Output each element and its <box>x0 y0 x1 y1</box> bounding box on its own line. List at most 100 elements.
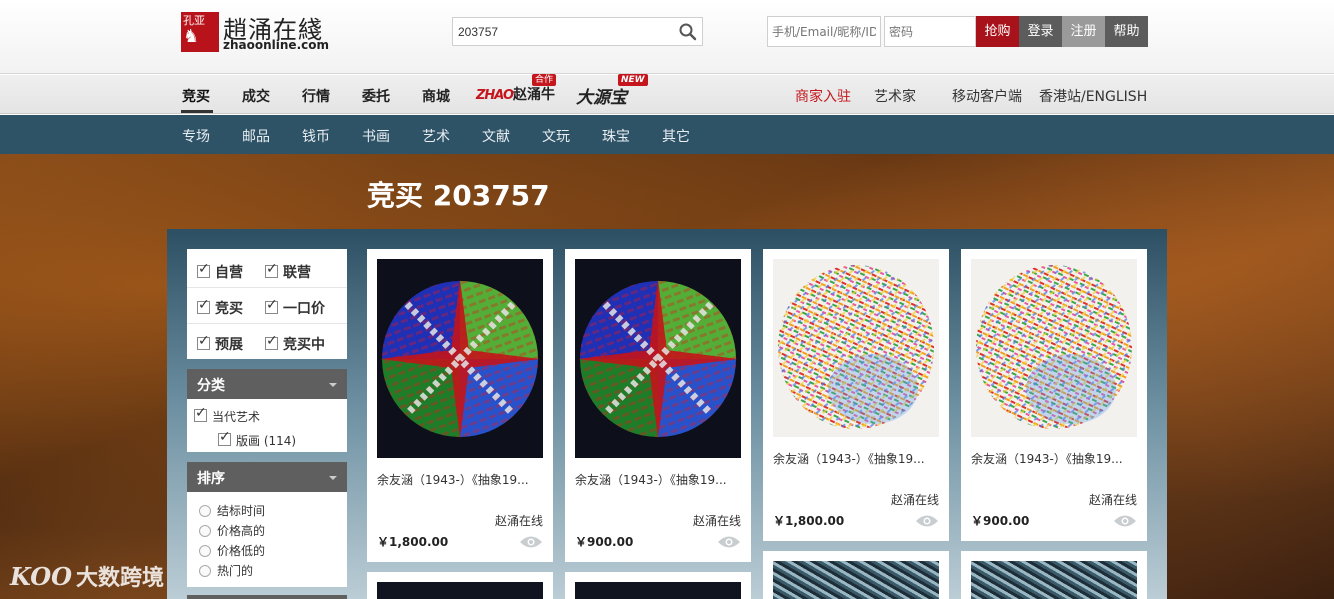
product-title[interactable]: 余友涵（1943-）《抽象19... <box>377 471 543 488</box>
category-label: 版画 (114) <box>236 434 297 448</box>
filter-row: 预展 竞买中 <box>187 324 347 360</box>
product-card[interactable]: 余友涵（1943-）《抽象19... 赵涌在线 ￥900.00 <box>961 249 1147 541</box>
login-button[interactable]: 登录 <box>1019 16 1062 47</box>
sort-label: 价格低的 <box>217 544 266 558</box>
sort-label: 热门的 <box>217 564 254 578</box>
subnav-calligraphy[interactable]: 书画 <box>362 126 390 146</box>
radio-icon <box>199 525 211 537</box>
page-title: 竞买 203757 <box>367 179 550 212</box>
main-nav: 竞买 成交 行情 委托 商城 ZHAO赵涌牛 大源宝 商家入驻 艺术家 移动客户… <box>0 75 1334 114</box>
product-card[interactable] <box>565 572 751 599</box>
nav-item-mall[interactable]: 商城 <box>422 86 450 106</box>
help-button[interactable]: 帮助 <box>1105 16 1148 47</box>
product-image[interactable] <box>575 582 741 599</box>
product-title[interactable]: 余友涵（1943-）《抽象19... <box>575 471 741 488</box>
product-seller: 赵涌在线 <box>890 493 939 507</box>
nav-artist[interactable]: 艺术家 <box>874 86 916 106</box>
subnav-stamps[interactable]: 邮品 <box>242 126 270 146</box>
chevron-down-icon <box>329 476 337 480</box>
product-card[interactable] <box>367 572 553 599</box>
filter-label: 联营 <box>283 265 311 281</box>
product-image[interactable] <box>377 582 543 599</box>
product-image[interactable] <box>377 259 543 458</box>
product-image[interactable] <box>773 561 939 599</box>
eye-icon[interactable] <box>915 514 939 528</box>
watermark-text: 大数跨境 <box>76 566 165 591</box>
product-title[interactable]: 余友涵（1943-）《抽象19... <box>971 450 1137 467</box>
subnav-other[interactable]: 其它 <box>662 126 690 146</box>
filter-label: 自营 <box>215 265 243 281</box>
search-input[interactable] <box>453 18 673 45</box>
product-card[interactable] <box>763 551 949 599</box>
product-card[interactable]: 余友涵（1943-）《抽象19... 赵涌在线 ￥900.00 <box>565 249 751 562</box>
subnav-special[interactable]: 专场 <box>182 126 210 146</box>
sort-label: 价格高的 <box>217 524 266 538</box>
username-field[interactable] <box>767 16 881 47</box>
category-prints[interactable]: 版画 (114) <box>218 429 297 449</box>
sort-popular[interactable]: 热门的 <box>199 562 253 579</box>
eye-icon[interactable] <box>519 535 543 549</box>
logo-domain: zhaoonline.com <box>223 38 329 52</box>
product-seller: 赵涌在线 <box>1088 493 1137 507</box>
checkbox-icon <box>197 333 210 350</box>
subnav-art[interactable]: 艺术 <box>422 126 450 146</box>
category-panel-header[interactable]: 分类 <box>187 369 347 399</box>
product-card[interactable] <box>961 551 1147 599</box>
subnav-documents[interactable]: 文献 <box>482 126 510 146</box>
radio-icon <box>199 565 211 577</box>
checkbox-icon <box>218 429 231 446</box>
category-panel-title: 分类 <box>197 378 225 394</box>
cooperation-badge: 合作 <box>532 74 557 86</box>
category-panel: 当代艺术 版画 (114) <box>187 399 347 452</box>
filter-fixed-price[interactable]: 一口价 <box>265 297 325 318</box>
new-badge: NEW <box>618 74 648 86</box>
filter-label: 一口价 <box>283 301 325 317</box>
nav-item-market[interactable]: 行情 <box>302 86 330 106</box>
eye-icon[interactable] <box>1113 514 1137 528</box>
checkbox-icon <box>197 261 210 278</box>
eye-icon[interactable] <box>717 535 741 549</box>
nav-item-dayuanbao[interactable]: 大源宝 <box>576 83 627 108</box>
search-icon[interactable] <box>678 22 698 42</box>
subnav-jewelry[interactable]: 珠宝 <box>602 126 630 146</box>
sort-price-high[interactable]: 价格高的 <box>199 522 265 539</box>
sort-panel-title: 排序 <box>197 471 225 487</box>
product-card[interactable]: 余友涵（1943-）《抽象19... 赵涌在线 ￥1,800.00 <box>763 249 949 541</box>
product-image[interactable] <box>971 259 1137 437</box>
password-field[interactable] <box>884 16 976 47</box>
subnav-coins[interactable]: 钱币 <box>302 126 330 146</box>
filter-bidding[interactable]: 竞买中 <box>265 333 325 354</box>
filter-joint-operated[interactable]: 联营 <box>265 261 311 282</box>
nav-item-deals[interactable]: 成交 <box>242 86 270 106</box>
sort-price-low[interactable]: 价格低的 <box>199 542 265 559</box>
checkbox-icon <box>194 405 207 422</box>
filter-auction[interactable]: 竞买 <box>197 297 243 318</box>
subnav-antiques[interactable]: 文玩 <box>542 126 570 146</box>
sort-panel-header[interactable]: 排序 <box>187 462 347 492</box>
checkbox-icon <box>265 333 278 350</box>
nav-mobile-client[interactable]: 移动客户端 <box>952 86 1022 106</box>
product-seller: 赵涌在线 <box>692 514 741 528</box>
product-title[interactable]: 余友涵（1943-）《抽象19... <box>773 450 939 467</box>
site-logo[interactable]: 孔亚 ♞ 趙涌在綫 zhaoonline.com <box>181 12 341 54</box>
sort-end-time[interactable]: 结标时间 <box>199 502 265 519</box>
nav-merchant-join[interactable]: 商家入驻 <box>795 86 851 106</box>
product-image[interactable] <box>773 259 939 437</box>
product-image[interactable] <box>575 259 741 458</box>
nav-item-auction[interactable]: 竞买 <box>182 86 210 106</box>
nav-item-zhaoyongniu[interactable]: ZHAO赵涌牛 <box>476 84 555 104</box>
filter-checkboxes: 自营 联营 竞买 一口价 预展 竞买中 <box>187 249 347 359</box>
sort-label: 结标时间 <box>217 504 266 518</box>
filter-preview[interactable]: 预展 <box>197 333 243 354</box>
product-card[interactable]: 余友涵（1943-）《抽象19... 赵涌在线 ￥1,800.00 <box>367 249 553 562</box>
nav-item-consign[interactable]: 委托 <box>362 86 390 106</box>
product-image[interactable] <box>971 561 1137 599</box>
filter-label: 预展 <box>215 337 243 353</box>
brand-zhao-prefix: ZHAO <box>476 88 514 103</box>
grab-button[interactable]: 抢购 <box>976 16 1019 47</box>
register-button[interactable]: 注册 <box>1062 16 1105 47</box>
filter-self-operated[interactable]: 自营 <box>197 261 243 282</box>
nav-hongkong-english[interactable]: 香港站/ENGLISH <box>1039 86 1147 106</box>
product-price: ￥1,800.00 <box>377 535 449 549</box>
category-contemporary-art[interactable]: 当代艺术 <box>194 405 260 425</box>
